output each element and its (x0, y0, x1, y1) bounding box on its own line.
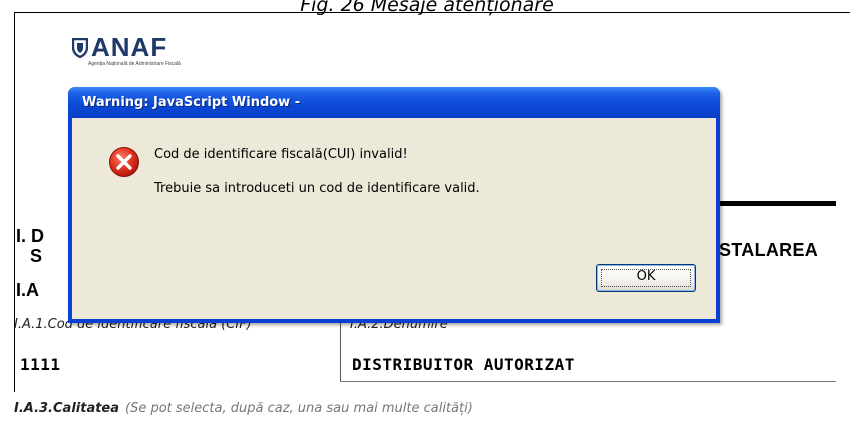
anaf-logo: ANAF Agenția Națională de Administrare F… (72, 34, 181, 67)
section-label-i: I. D (16, 226, 45, 246)
denumire-field[interactable]: DISTRIBUITOR AUTORIZAT (352, 355, 575, 374)
cif-field[interactable]: 1111 (20, 355, 61, 374)
section-label-s: S (30, 246, 43, 266)
ok-button[interactable]: OK (596, 264, 696, 292)
dialog-message-2: Trebuie sa introduceti un cod de identif… (154, 181, 480, 196)
logo-subtitle: Agenția Națională de Administrare Fiscal… (88, 61, 181, 67)
section-divider (718, 201, 836, 206)
field-underline (340, 381, 836, 382)
dialog-body: Cod de identificare fiscală(CUI) invalid… (72, 118, 716, 319)
dialog-title: Warning: JavaScript Window - (82, 95, 301, 110)
shield-icon (72, 38, 88, 58)
section-heading-tail: STALAREA (719, 240, 819, 260)
focus-ring (601, 269, 691, 287)
section-label-ia: I.A (16, 280, 40, 300)
figure-caption: Fig. 26 Mesaje atenționare (300, 0, 554, 16)
dialog-title-bar[interactable]: Warning: JavaScript Window - (68, 87, 720, 118)
document-frame-left (14, 12, 15, 392)
calitatea-label: I.A.3.Calitatea (14, 401, 120, 416)
dialog-message-1: Cod de identificare fiscală(CUI) invalid… (154, 147, 408, 162)
warning-dialog: Warning: JavaScript Window - Cod de iden… (68, 87, 720, 323)
error-icon (109, 147, 139, 177)
logo-text: ANAF (91, 32, 168, 62)
calitatea-hint: (Se pot selecta, după caz, una sau mai m… (125, 401, 473, 416)
calitatea-row: I.A.3.Calitatea (Se pot selecta, după caz… (14, 401, 473, 416)
document-frame-top (14, 12, 850, 13)
